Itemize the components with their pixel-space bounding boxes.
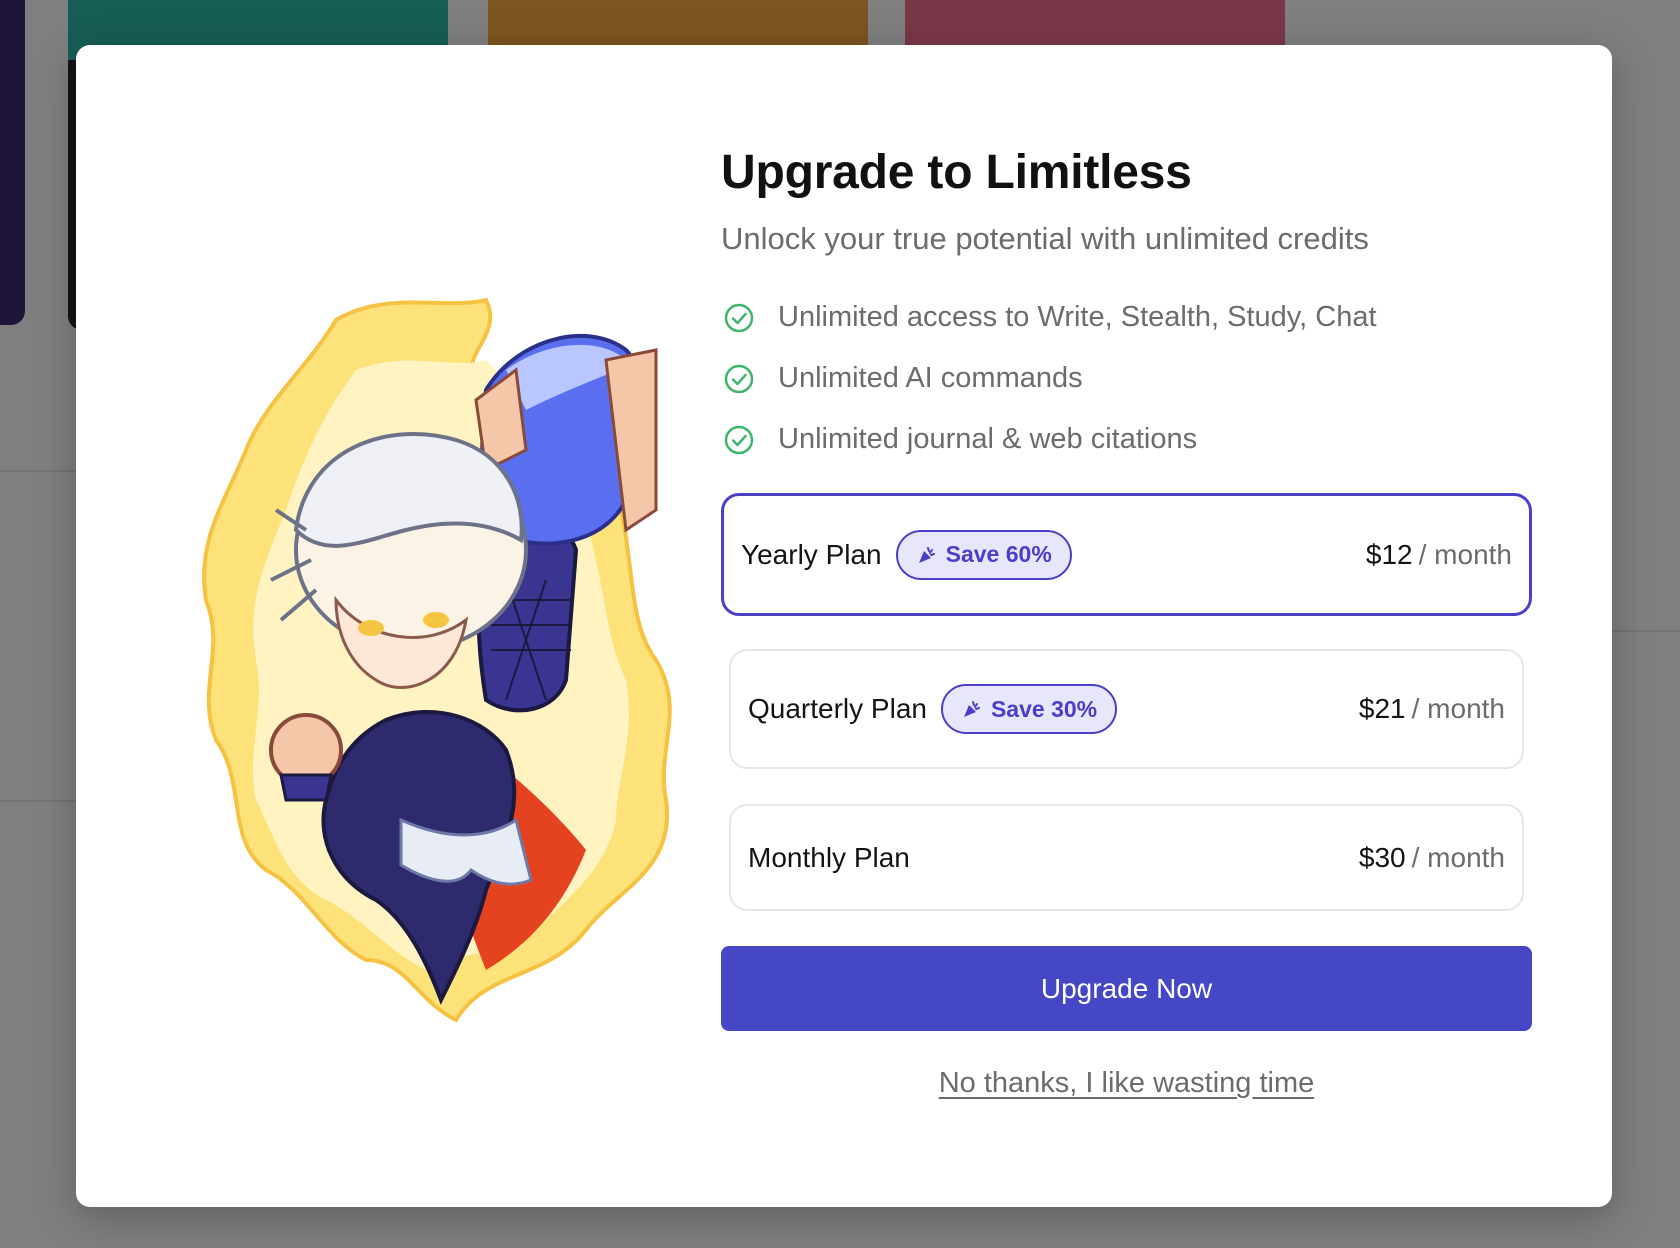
feature-text: Unlimited access to Write, Stealth, Stud…	[778, 301, 1377, 333]
feature-item: Unlimited journal & web citations	[721, 409, 1541, 470]
check-circle-icon	[724, 303, 754, 332]
modal-subtitle: Unlock your true potential with unlimite…	[721, 221, 1369, 256]
plan-name: Yearly Plan	[741, 538, 882, 570]
modal-title: Upgrade to Limitless	[721, 146, 1192, 199]
plan-price-amount: $30	[1358, 841, 1406, 873]
plan-left: Yearly Plan Save 60%	[741, 529, 1072, 580]
plan-price: $30/ month	[1359, 842, 1505, 874]
plan-name: Quarterly Plan	[748, 693, 927, 724]
discount-badge-label: Save 30%	[990, 695, 1098, 722]
discount-badge: Save 60%	[895, 529, 1072, 580]
upgrade-now-button[interactable]: Upgrade Now	[721, 946, 1532, 1031]
decline-link[interactable]: No thanks, I like wasting time	[721, 1067, 1532, 1100]
discount-badge-label: Save 60%	[945, 541, 1052, 567]
plan-option-quarterly[interactable]: Quarterly Plan Save 30% $21/ month	[729, 649, 1524, 769]
plan-price: $21/ month	[1359, 693, 1505, 725]
party-popper-icon	[963, 701, 980, 717]
plan-price: $12/ month	[1366, 539, 1512, 571]
plan-left: Monthly Plan	[748, 842, 910, 874]
discount-badge: Save 30%	[940, 684, 1118, 734]
feature-item: Unlimited access to Write, Stealth, Stud…	[721, 287, 1541, 348]
check-circle-icon	[724, 364, 754, 393]
plan-options: Yearly Plan Save 60% $12/ month Quarterl…	[721, 493, 1541, 911]
plan-name: Monthly Plan	[748, 841, 910, 873]
party-popper-icon	[918, 546, 935, 563]
plan-left: Quarterly Plan Save 30%	[748, 684, 1118, 734]
plan-price-period: / month	[1418, 538, 1512, 570]
plan-price-amount: $12	[1365, 538, 1413, 570]
upgrade-modal: Upgrade to Limitless Unlock your true po…	[76, 45, 1612, 1207]
feature-text: Unlimited journal & web citations	[778, 423, 1198, 455]
plan-price-period: / month	[1411, 693, 1505, 724]
feature-list: Unlimited access to Write, Stealth, Stud…	[721, 287, 1541, 470]
feature-text: Unlimited AI commands	[778, 362, 1083, 394]
upgrade-content: Upgrade to Limitless Unlock your true po…	[721, 143, 1541, 1100]
plan-price-period: / month	[1411, 841, 1505, 873]
hero-character-illustration	[202, 297, 672, 1023]
check-circle-icon	[724, 425, 754, 454]
plan-option-monthly[interactable]: Monthly Plan $30/ month	[729, 804, 1524, 911]
plan-price-amount: $21	[1358, 693, 1406, 724]
feature-item: Unlimited AI commands	[721, 348, 1541, 409]
plan-option-yearly[interactable]: Yearly Plan Save 60% $12/ month	[721, 493, 1532, 616]
